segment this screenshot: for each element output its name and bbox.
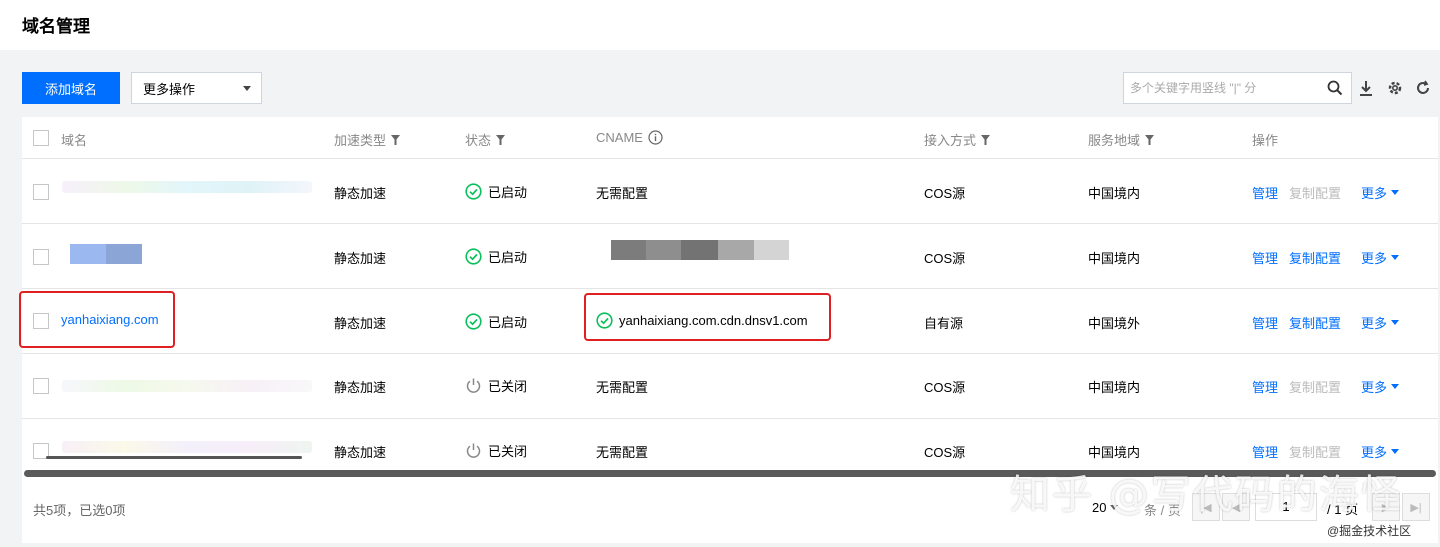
manage-link[interactable]: 管理 [1252,313,1278,332]
copy-config-link: 复制配置 [1289,380,1342,395]
search-icon[interactable] [1327,80,1343,96]
access-type: COS源 [924,445,966,460]
check-circle-icon [465,313,482,330]
more-ops-select[interactable]: 更多操作 [131,72,262,104]
status: 已启动 [465,312,527,331]
redacted-domain[interactable] [62,380,312,392]
accel-type: 静态加速 [334,251,387,266]
chevron-down-icon [1391,449,1400,454]
chevron-down-icon [1391,255,1400,260]
row-checkbox[interactable] [33,249,49,265]
region: 中国境内 [1088,445,1141,460]
region: 中国境内 [1088,251,1141,266]
more-dropdown[interactable]: 更多 [1361,442,1400,461]
filter-icon[interactable] [981,134,991,145]
row-checkbox[interactable] [33,184,49,200]
redacted-domain[interactable] [70,244,142,264]
highlight-box-cname [584,293,831,341]
status: 已关闭 [465,441,527,460]
accel-type: 静态加速 [334,316,387,331]
chevron-down-icon [1391,190,1400,195]
add-domain-button[interactable]: 添加域名 [22,72,120,104]
table-row: 静态加速 已启动 COS源 中国境内 管理 复制配置 更多 [22,224,1438,289]
header-ops: 操作 [1252,133,1279,148]
page-title: 域名管理 [22,17,90,36]
filter-icon[interactable] [496,134,506,145]
table-row: 静态加速 已关闭 无需配置 COS源 中国境内 管理 复制配置 更多 [22,354,1438,419]
accel-type: 静态加速 [334,445,387,460]
status: 已启动 [465,247,527,266]
copy-config-link[interactable]: 复制配置 [1289,313,1341,332]
cname: 无需配置 [596,186,649,201]
power-icon [466,443,481,458]
copy-config-link: 复制配置 [1289,445,1342,460]
download-icon[interactable] [1357,79,1375,97]
header-accel-type[interactable]: 加速类型 [334,130,401,149]
header-access[interactable]: 接入方式 [924,130,991,149]
redacted-domain[interactable] [62,181,312,193]
table-header: 域名 加速类型 状态 CNAME 接入方式 服务地域 操作 [22,117,1438,159]
access-type: COS源 [924,380,966,395]
header-domain: 域名 [61,133,88,148]
top-bar: 域名管理 [0,0,1440,50]
redacted-cname [611,240,789,260]
manage-link[interactable]: 管理 [1252,377,1278,396]
header-region[interactable]: 服务地域 [1088,130,1155,149]
access-type: COS源 [924,186,966,201]
manage-link[interactable]: 管理 [1252,183,1278,202]
copy-config-link: 复制配置 [1289,186,1342,201]
filter-icon[interactable] [391,134,401,145]
cname: 无需配置 [596,445,649,460]
redacted-domain[interactable] [62,441,312,453]
more-dropdown[interactable]: 更多 [1361,248,1400,267]
gear-icon[interactable] [1386,79,1404,97]
chevron-down-icon [1391,384,1400,389]
header-cname: CNAME [596,130,663,145]
more-dropdown[interactable]: 更多 [1361,377,1400,396]
more-ops-label: 更多操作 [143,81,196,97]
status: 已关闭 [465,376,527,395]
chevron-down-icon [243,86,251,91]
watermark: 知乎 @写代码的海怪 [1010,472,1403,518]
region: 中国境内 [1088,380,1141,395]
last-page-button[interactable]: ▶| [1402,493,1430,521]
info-icon[interactable] [648,130,663,145]
region: 中国境外 [1088,316,1141,331]
search-input[interactable] [1124,73,1314,103]
more-dropdown[interactable]: 更多 [1361,183,1400,202]
access-type: COS源 [924,251,966,266]
more-dropdown[interactable]: 更多 [1361,313,1400,332]
filter-icon[interactable] [1145,134,1155,145]
accel-type: 静态加速 [334,380,387,395]
manage-link[interactable]: 管理 [1252,442,1278,461]
region: 中国境内 [1088,186,1141,201]
accel-type: 静态加速 [334,186,387,201]
status: 已启动 [465,182,527,201]
header-status[interactable]: 状态 [465,130,506,149]
access-type: 自有源 [924,316,964,331]
watermark-sub: @掘金技术社区 [1327,524,1412,538]
highlight-box-domain [19,291,175,348]
manage-link[interactable]: 管理 [1252,248,1278,267]
chevron-down-icon [1391,320,1400,325]
search-box [1123,72,1352,104]
refresh-icon[interactable] [1414,79,1432,97]
cname: 无需配置 [596,380,649,395]
power-icon [466,378,481,393]
check-circle-icon [465,183,482,200]
select-all-checkbox[interactable] [33,130,49,146]
row-checkbox[interactable] [33,378,49,394]
table-row: 静态加速 已启动 无需配置 COS源 中国境内 管理 复制配置 更多 [22,159,1438,224]
overlay-line [46,456,302,459]
copy-config-link[interactable]: 复制配置 [1289,248,1341,267]
check-circle-icon [465,248,482,265]
selection-summary: 共5项，已选0项 [33,503,126,518]
